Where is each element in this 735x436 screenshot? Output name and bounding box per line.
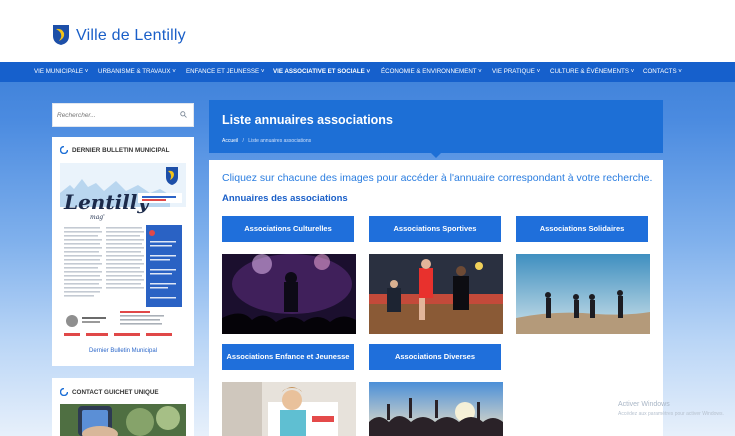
associations-sportives-button[interactable]: Associations Sportives xyxy=(369,216,501,242)
intro-text: Cliquez sur chacune des images pour accé… xyxy=(222,172,653,184)
crowd-image[interactable] xyxy=(369,382,503,436)
nav-urbanisme[interactable]: URBANISME & TRAVAUX ˅ xyxy=(98,62,176,82)
main-nav: VIE MUNICIPALE ˅ URBANISME & TRAVAUX ˅ E… xyxy=(0,62,735,82)
contact-image[interactable] xyxy=(60,404,186,436)
nav-vie-municipale[interactable]: VIE MUNICIPALE ˅ xyxy=(34,62,88,82)
concert-image[interactable] xyxy=(222,254,356,334)
breadcrumb-current: Liste annuaires associations xyxy=(248,138,312,144)
associations-diverses-button[interactable]: Associations Diverses xyxy=(369,344,501,370)
nav-economie[interactable]: ÉCONOMIE & ENVIRONNEMENT ˅ xyxy=(381,62,482,82)
site-header: Ville de Lentilly xyxy=(0,0,735,62)
bulletin-card: DERNIER BULLETIN MUNICIPAL Lentilly mag' xyxy=(52,137,194,366)
associations-enfance-jeunesse-button[interactable]: Associations Enfance et Jeunesse xyxy=(222,344,354,370)
main-content: Cliquez sur chacune des images pour accé… xyxy=(209,160,663,436)
contact-title: CONTACT GUICHET UNIQUE xyxy=(72,389,159,396)
nav-vie-pratique[interactable]: VIE PRATIQUE ˅ xyxy=(492,62,540,82)
breadcrumb: Accueil / Liste annuaires associations xyxy=(222,138,311,144)
nav-vie-associative[interactable]: VIE ASSOCIATIVE ET SOCIALE ˅ xyxy=(273,62,370,82)
windows-watermark-sub: Accédez aux paramètres pour activer Wind… xyxy=(618,411,724,417)
bulletin-title: DERNIER BULLETIN MUNICIPAL xyxy=(72,147,170,154)
search-input[interactable] xyxy=(57,108,172,122)
search-box xyxy=(52,103,194,127)
bulletin-link[interactable]: Dernier Bulletin Municipal xyxy=(52,348,194,354)
associations-culturelles-button[interactable]: Associations Culturelles xyxy=(222,216,354,242)
breadcrumb-separator: / xyxy=(242,138,244,144)
page-header: Liste annuaires associations Accueil / L… xyxy=(209,100,663,153)
magazine-name: Lentilly xyxy=(63,190,150,214)
header-notch xyxy=(431,153,441,158)
document-icon xyxy=(60,146,68,154)
child-image[interactable] xyxy=(222,382,356,436)
section-title: Annuaires des associations xyxy=(222,193,348,204)
windows-watermark-title: Activer Windows xyxy=(618,401,670,408)
contact-icon xyxy=(60,388,68,396)
nav-contacts[interactable]: CONTACTS ˅ xyxy=(643,62,682,82)
search-icon[interactable] xyxy=(180,111,187,118)
lentilly-crest-icon[interactable] xyxy=(52,24,70,46)
handball-image[interactable] xyxy=(369,254,503,334)
site-title[interactable]: Ville de Lentilly xyxy=(76,27,186,45)
associations-solidaires-button[interactable]: Associations Solidaires xyxy=(516,216,648,242)
magazine-sub: mag' xyxy=(90,214,105,221)
hikers-image[interactable] xyxy=(516,254,650,334)
page-title: Liste annuaires associations xyxy=(222,113,393,127)
nav-enfance[interactable]: ENFANCE ET JEUNESSE ˅ xyxy=(186,62,264,82)
bulletin-cover-image[interactable]: Lentilly mag' xyxy=(60,163,186,345)
nav-culture[interactable]: CULTURE & ÉVÉNEMENTS ˅ xyxy=(550,62,634,82)
contact-card: CONTACT GUICHET UNIQUE xyxy=(52,378,194,436)
breadcrumb-home[interactable]: Accueil xyxy=(222,138,238,144)
